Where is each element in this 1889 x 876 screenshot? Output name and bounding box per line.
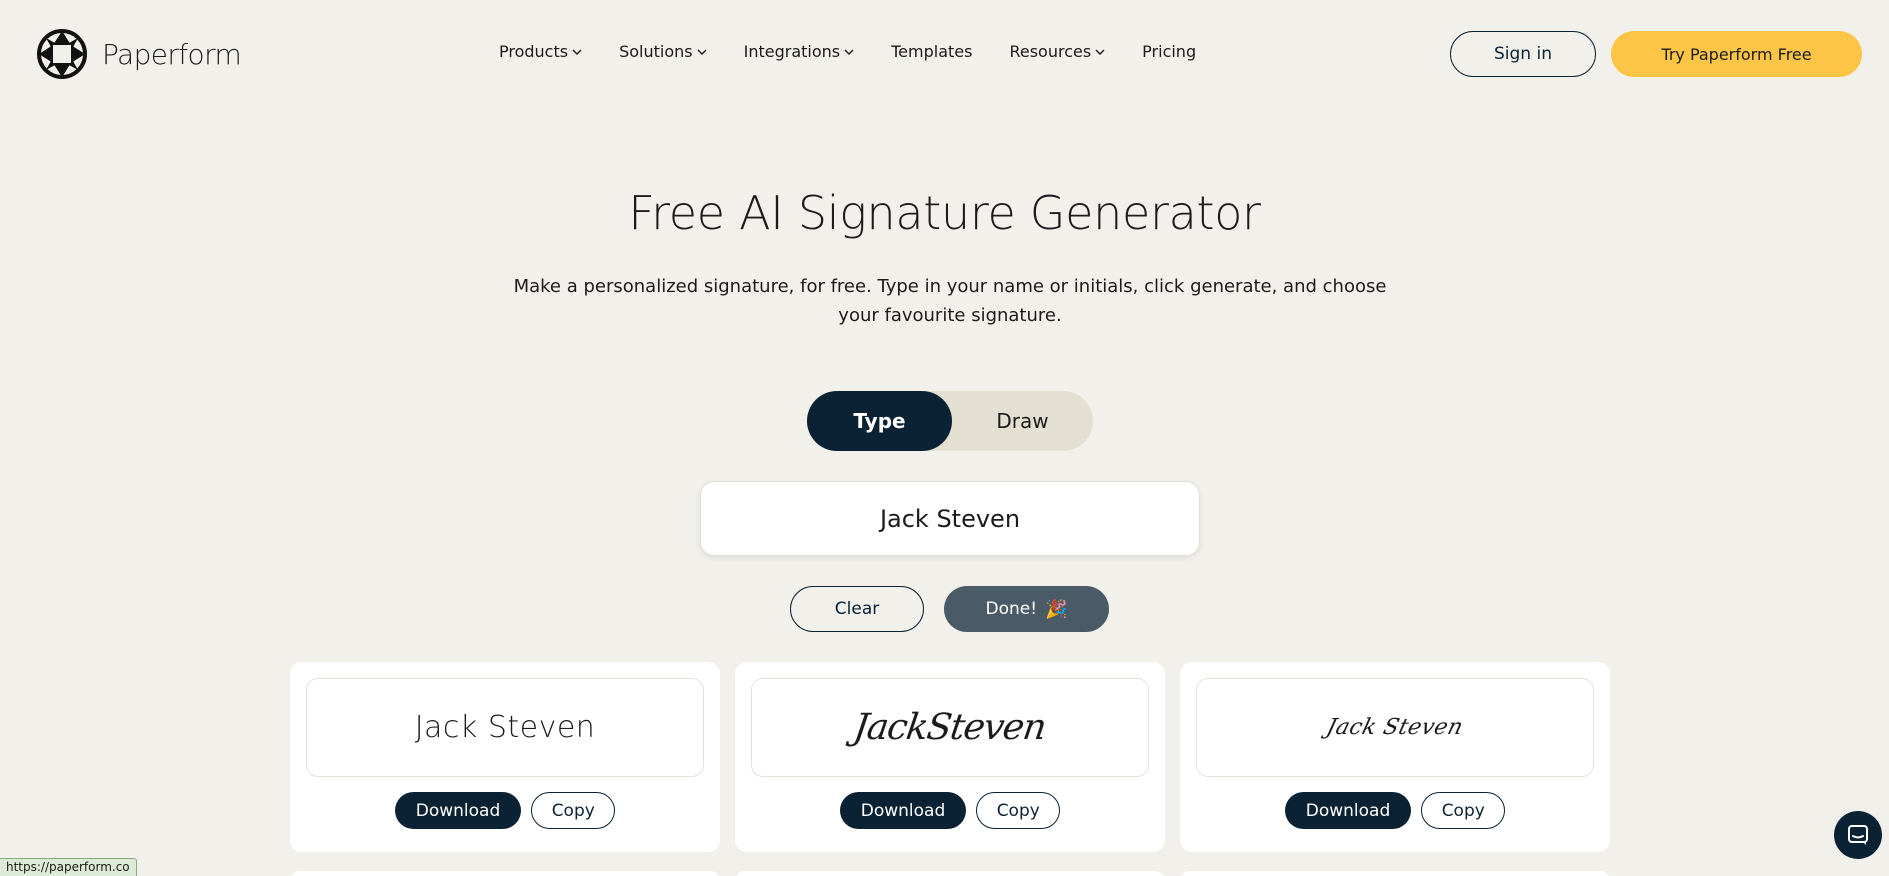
signature-card-partial <box>1180 871 1610 876</box>
signature-text: Jack Steven <box>1324 715 1466 740</box>
nav-item-templates[interactable]: Templates <box>891 42 972 61</box>
signature-card: JackSteven Download Copy <box>735 662 1165 852</box>
signature-actions: Download Copy <box>290 792 720 829</box>
chevron-down-icon <box>1095 49 1105 55</box>
chevron-down-icon <box>844 49 854 55</box>
status-bar-url: https://paperform.co <box>0 858 137 876</box>
signature-preview[interactable]: JackSteven <box>751 678 1149 777</box>
download-button[interactable]: Download <box>1284 792 1412 829</box>
download-button[interactable]: Download <box>839 792 967 829</box>
nav-item-solutions[interactable]: Solutions <box>619 42 707 61</box>
signature-card-partial <box>735 871 1165 876</box>
mode-toggle: Type Draw <box>807 391 1093 451</box>
tab-type[interactable]: Type <box>807 391 952 451</box>
signature-card: Jack Steven Download Copy <box>1180 662 1610 852</box>
done-button[interactable]: Done! 🎉 <box>944 586 1109 632</box>
nav-label: Resources <box>1009 42 1092 61</box>
signature-preview[interactable]: Jack Steven <box>306 678 704 777</box>
copy-button[interactable]: Copy <box>976 792 1061 829</box>
nav-item-integrations[interactable]: Integrations <box>744 42 855 61</box>
copy-button[interactable]: Copy <box>1421 792 1506 829</box>
signature-text: JackSteven <box>851 707 1049 748</box>
nav-label: Integrations <box>743 42 841 61</box>
tab-draw[interactable]: Draw <box>952 391 1093 451</box>
nav-label: Templates <box>891 42 973 61</box>
signature-card-partial <box>290 871 720 876</box>
signature-preview[interactable]: Jack Steven <box>1196 678 1594 777</box>
try-free-button[interactable]: Try Paperform Free <box>1611 31 1862 77</box>
nav-item-products[interactable]: Products <box>499 42 582 61</box>
site-header: Paperform Products Solutions Integration… <box>0 0 1889 108</box>
nav-label: Solutions <box>619 42 693 61</box>
chevron-down-icon <box>572 49 582 55</box>
page-title: Free AI Signature Generator <box>628 186 1261 240</box>
nav-label: Products <box>499 42 569 61</box>
signature-actions: Download Copy <box>1180 792 1610 829</box>
nav-item-pricing[interactable]: Pricing <box>1142 42 1196 61</box>
clear-button[interactable]: Clear <box>790 586 924 632</box>
main-nav: Products Solutions Integrations Template… <box>499 42 1196 61</box>
done-label: Done! <box>985 599 1038 619</box>
page-subtitle: Make a personalized signature, for free.… <box>513 276 1387 326</box>
signature-card: Jack Steven Download Copy <box>290 662 720 852</box>
brand-logo[interactable]: Paperform <box>36 28 242 80</box>
download-button[interactable]: Download <box>394 792 522 829</box>
chevron-down-icon <box>697 49 707 55</box>
paperform-logo-icon <box>37 29 87 79</box>
nav-item-resources[interactable]: Resources <box>1009 42 1105 61</box>
chat-bubble-icon <box>1848 825 1868 845</box>
brand-name: Paperform <box>102 37 242 71</box>
nav-label: Pricing <box>1142 42 1197 61</box>
signature-actions: Download Copy <box>735 792 1165 829</box>
name-input[interactable] <box>700 481 1200 556</box>
chat-launcher-button[interactable] <box>1834 811 1882 859</box>
copy-button[interactable]: Copy <box>531 792 616 829</box>
party-popper-icon: 🎉 <box>1045 598 1068 620</box>
signature-text: Jack Steven <box>414 710 596 745</box>
sign-in-button[interactable]: Sign in <box>1450 31 1596 77</box>
